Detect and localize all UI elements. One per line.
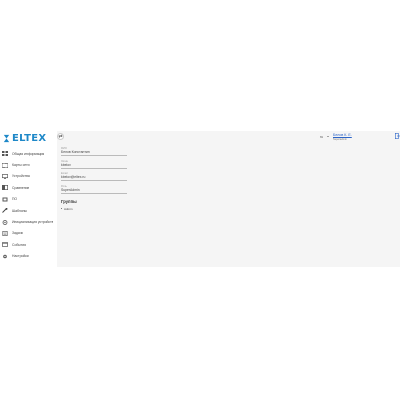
email-field[interactable]: Email kbelov@eltex.ru (61, 172, 131, 184)
sidebar-item-device-init[interactable]: Инициализация устройств (0, 216, 57, 227)
full-name-field[interactable]: ФИО Белов Константин (61, 147, 131, 159)
settings-icon (3, 254, 7, 259)
sidebar-item-software[interactable]: ПО (0, 194, 57, 205)
sidebar-item-label: Сравнение (12, 185, 30, 190)
software-icon (2, 197, 8, 202)
map-icon (2, 162, 8, 168)
init-icon (2, 219, 8, 225)
sidebar-item-settings[interactable]: Настройки (0, 251, 57, 262)
field-underline (61, 167, 127, 169)
logout-icon[interactable] (395, 133, 400, 139)
sidebar-item-label: Настройки (12, 254, 29, 259)
user-role: Superadmin (333, 137, 347, 141)
main-content: ⇄ ru Белов К. Е. Superadmin ФИО Белов Ко… (57, 131, 400, 267)
app-window: ELTEX Общая информация Карты сети Устрой… (0, 131, 400, 267)
eltex-logo-icon (3, 134, 10, 142)
sidebar-item-compare[interactable]: Сравнение (0, 182, 57, 193)
role-field[interactable]: Роль SuperAdmin (61, 185, 131, 197)
sidebar-item-network-maps[interactable]: Карты сети (0, 159, 57, 170)
sidebar-item-label: Общая информация (12, 151, 45, 156)
eltex-logo[interactable]: ELTEX (2, 131, 46, 145)
sidebar-item-label: Устройства (12, 174, 30, 179)
sidebar-item-label: Инициализация устройств (12, 220, 54, 225)
compare-icon (2, 185, 8, 191)
chevron-down-icon[interactable] (327, 135, 329, 137)
brand-name: ELTEX (12, 132, 47, 144)
sidebar-item-label: Шаблоны (12, 208, 27, 213)
user-name-link[interactable]: Белов К. Е. (333, 133, 352, 137)
field-underline (61, 155, 127, 156)
sidebar-item-label: Задачи (12, 231, 24, 236)
devices-icon (2, 174, 8, 179)
groups-heading: Группы (61, 198, 77, 204)
sidebar-item-label: Карты сети (12, 163, 30, 168)
dashboard-icon (2, 151, 8, 157)
sidebar-item-overview[interactable]: Общая информация (0, 148, 57, 159)
top-bar: ⇄ ru Белов К. Е. Superadmin (57, 131, 400, 144)
sidebar-item-tasks[interactable]: Задачи (0, 228, 57, 239)
sidebar-item-label: ПО (12, 197, 18, 202)
group-list-item: Admin (61, 207, 131, 211)
sidebar-nav: Общая информация Карты сети Устройства С… (0, 148, 57, 262)
sidebar-item-templates[interactable]: Шаблоны (0, 205, 57, 216)
field-underline (61, 192, 127, 194)
sidebar: ELTEX Общая информация Карты сети Устрой… (0, 131, 57, 267)
login-field[interactable]: Логин kbelov (61, 160, 131, 172)
sidebar-item-devices[interactable]: Устройства (0, 171, 57, 182)
profile-form: ФИО Белов Константин Логин kbelov Email … (61, 147, 131, 211)
language-select[interactable]: ru (320, 135, 323, 139)
events-icon (2, 242, 8, 248)
field-underline (61, 180, 127, 181)
sidebar-item-events[interactable]: События (0, 239, 57, 250)
wrench-icon (2, 208, 8, 213)
back-button[interactable]: ⇄ (57, 133, 64, 140)
tasks-icon (2, 230, 8, 236)
sidebar-item-label: События (12, 242, 26, 247)
